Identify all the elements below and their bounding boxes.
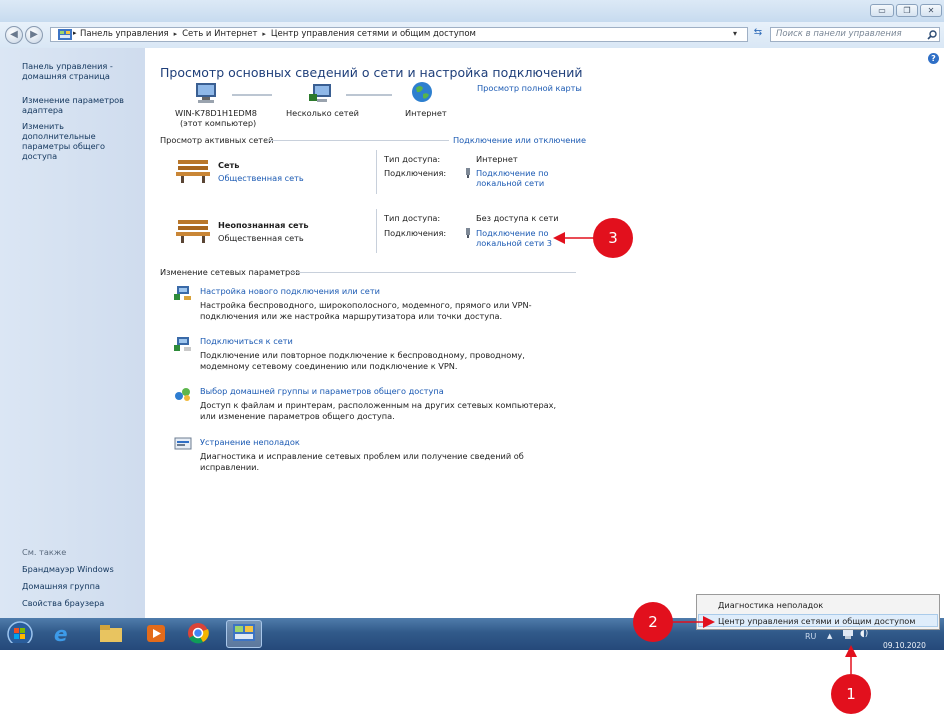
annotation-arrows xyxy=(553,232,857,674)
annotation-badge-1: 1 xyxy=(831,674,871,714)
annotation-badge-3: 3 xyxy=(593,218,633,258)
annotation-badge-2: 2 xyxy=(633,602,673,642)
